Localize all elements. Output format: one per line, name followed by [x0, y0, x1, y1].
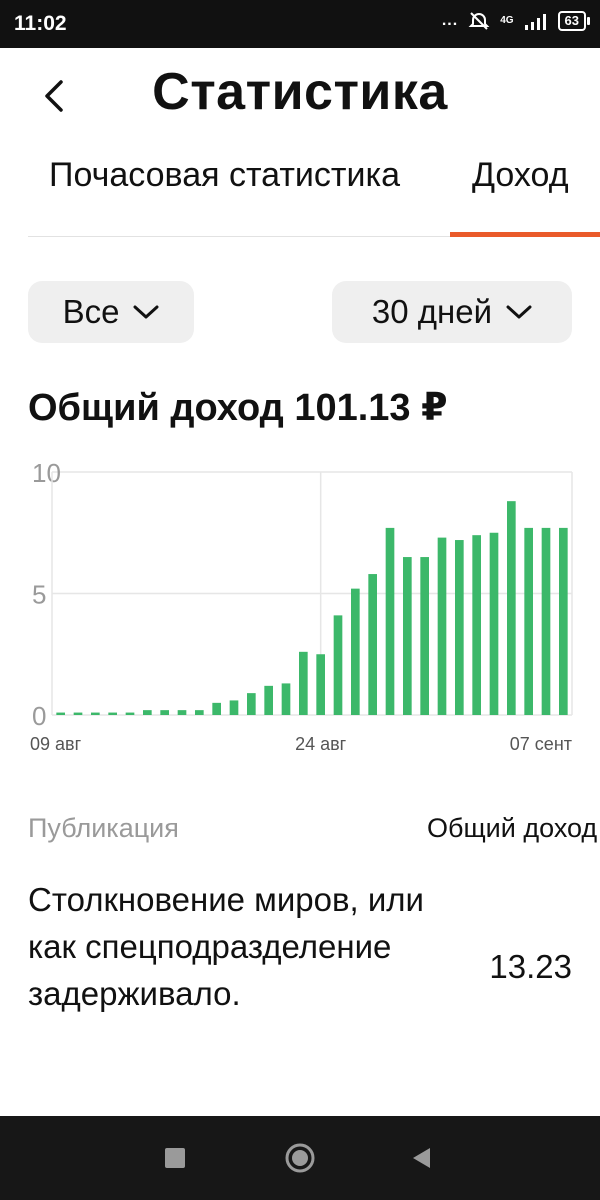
total-income-text: Общий доход 101.13 ₽ — [28, 387, 448, 429]
column-header-income: Общий доход — [427, 813, 598, 843]
y-tick-label: 0 — [32, 701, 46, 731]
bar — [91, 712, 100, 715]
bar — [212, 702, 221, 715]
bar — [437, 537, 447, 715]
network-type: 4G — [500, 15, 514, 26]
chevron-down-icon — [133, 305, 159, 319]
bar — [73, 712, 83, 715]
bar — [108, 712, 117, 715]
home-button[interactable] — [282, 1140, 318, 1176]
system-nav-bar — [0, 1116, 600, 1200]
triangle-back-icon — [413, 1148, 430, 1168]
bar — [420, 557, 429, 715]
bar — [143, 710, 152, 715]
total-income: Общий доход 101.13 ₽ — [28, 385, 448, 430]
bar — [229, 700, 239, 715]
active-tab-indicator — [450, 232, 600, 237]
bar — [264, 685, 273, 715]
period-filter-label: 30 дней — [371, 293, 493, 330]
column-header-publication: Публикация — [28, 813, 179, 843]
status-time: 11:02 — [14, 12, 67, 35]
bar — [56, 712, 65, 715]
bar — [125, 712, 135, 715]
status-icons: ... 4G 63 — [441, 10, 591, 32]
x-tick-label: 07 сент — [510, 734, 572, 754]
tab-hourly-stats[interactable]: Почасовая статистика — [49, 156, 400, 195]
income-chart: 0 5 10 09 авг 24 авг 07 сент — [30, 458, 573, 754]
status-bar: 11:02 ... 4G 63 — [0, 0, 600, 48]
bar — [281, 683, 291, 715]
bar — [541, 527, 551, 715]
publication-title[interactable]: Столкновение миров, или как спецподразде… — [28, 876, 428, 1017]
bar — [160, 710, 169, 715]
nav-back-button[interactable] — [404, 1140, 440, 1176]
bar — [524, 527, 533, 715]
bar — [299, 651, 308, 715]
tab-bar: Почасовая статистика Доход — [0, 150, 600, 238]
x-tick-label: 09 авг — [30, 734, 82, 754]
signal-icon — [524, 14, 546, 30]
bar — [559, 527, 568, 715]
type-filter-dropdown[interactable]: Все — [28, 281, 194, 343]
circle-icon — [285, 1143, 315, 1173]
bar — [507, 501, 516, 715]
bar — [368, 574, 377, 715]
tab-income[interactable]: Доход — [472, 156, 569, 195]
bar — [385, 527, 395, 715]
bar — [489, 532, 499, 715]
alarm-off-icon — [468, 12, 490, 30]
y-tick-label: 10 — [32, 458, 61, 488]
bar — [455, 540, 464, 715]
battery-indicator: 63 — [557, 11, 591, 31]
type-filter-label: Все — [62, 293, 120, 330]
bar — [351, 588, 360, 715]
bar — [333, 615, 343, 715]
notification-dots: ... — [441, 12, 459, 29]
y-tick-label: 5 — [32, 580, 46, 610]
bar — [316, 654, 325, 715]
publication-income: 13.23 — [489, 948, 572, 985]
chevron-down-icon — [506, 305, 532, 319]
page-title: Статистика — [152, 63, 448, 121]
bar — [472, 535, 481, 715]
bar — [195, 710, 204, 715]
period-filter-dropdown[interactable]: 30 дней — [332, 281, 572, 343]
square-icon — [165, 1148, 185, 1168]
recents-button[interactable] — [157, 1140, 193, 1176]
x-tick-label: 24 авг — [295, 734, 347, 754]
bar — [177, 710, 187, 715]
bar — [403, 557, 412, 715]
bar — [247, 693, 256, 715]
